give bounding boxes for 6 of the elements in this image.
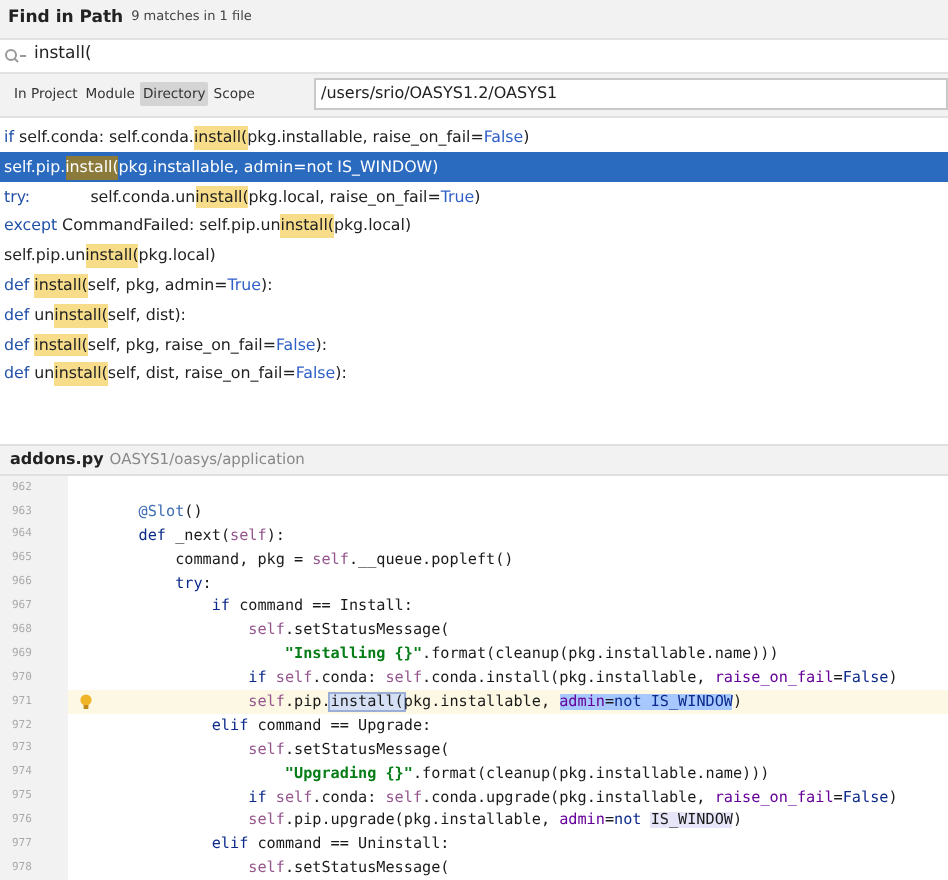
directory-field[interactable]: /users/srio/OASYS1.2/OASYS1	[313, 78, 948, 111]
search-field[interactable]: install(	[0, 39, 948, 75]
dialog-title: Find in Path	[8, 5, 124, 32]
lightbulb-icon[interactable]	[79, 693, 91, 710]
search-icon	[4, 47, 26, 64]
preview-file-name: addons.py	[10, 448, 104, 473]
